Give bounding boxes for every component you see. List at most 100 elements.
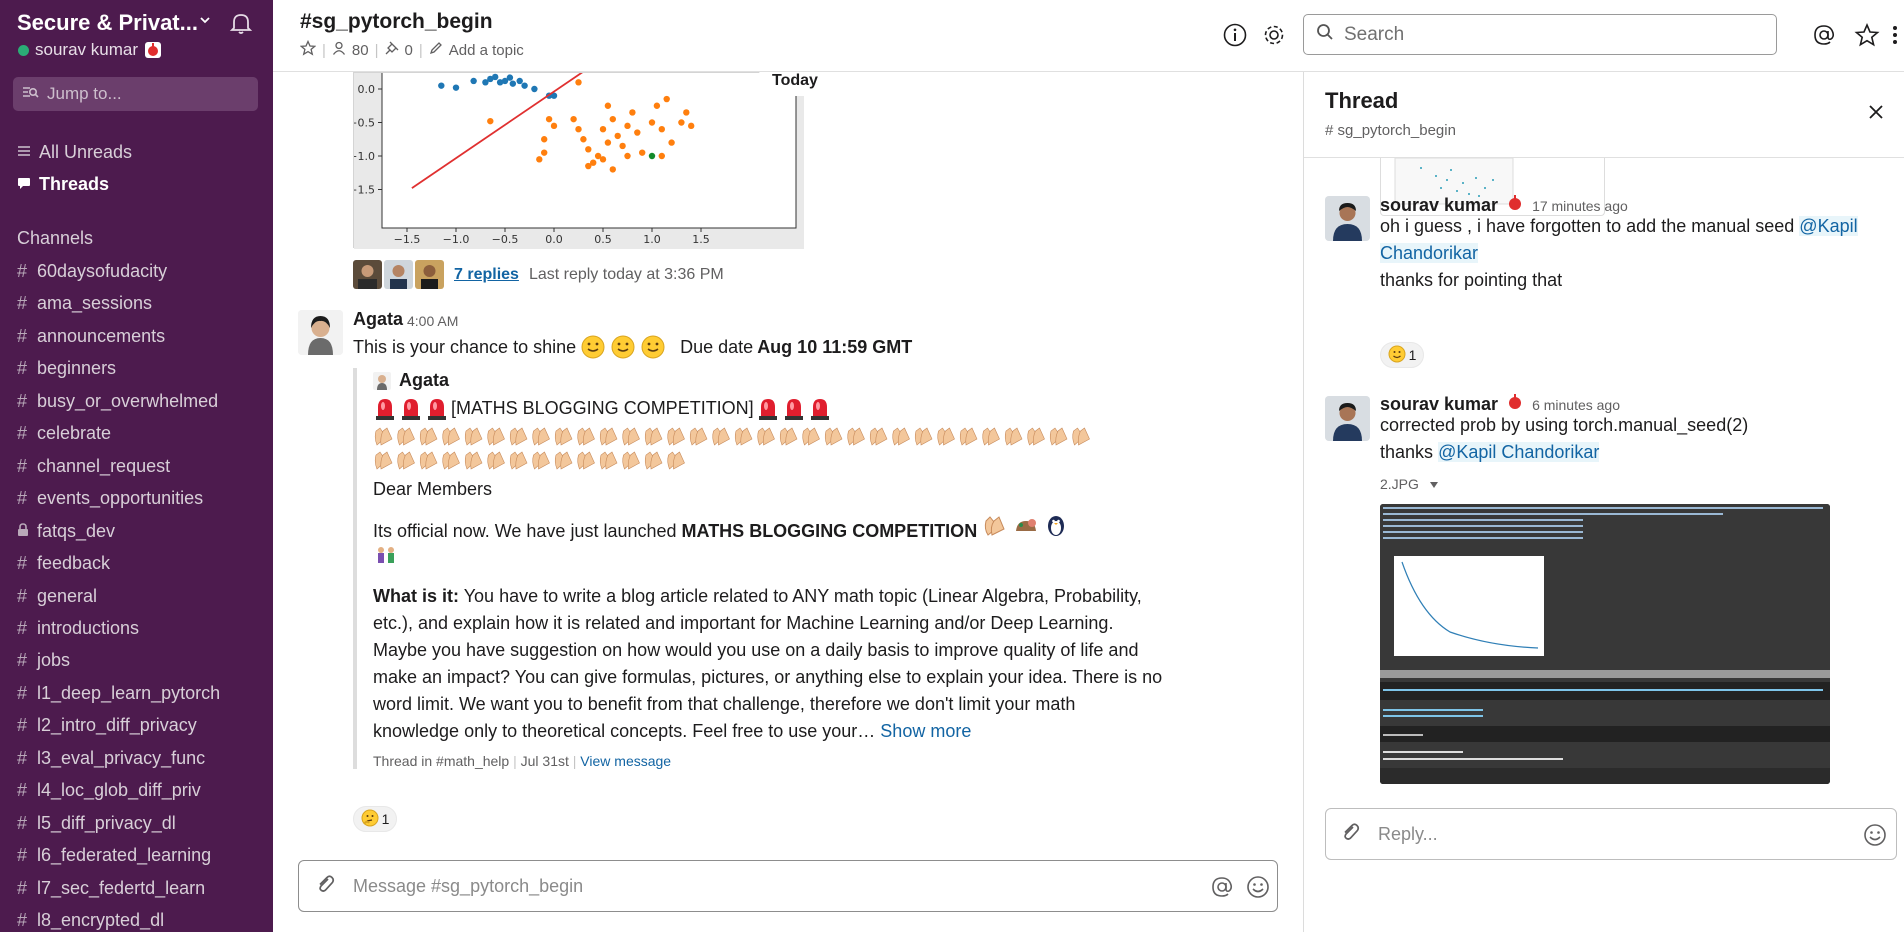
hash-icon: # (17, 390, 28, 411)
channel-meta: | 80 | 0 | Add a topic (299, 39, 524, 60)
emoji-icon[interactable] (1245, 874, 1271, 905)
data-point (487, 75, 494, 83)
sidebar-item-ama-sessions[interactable]: # ama_sessions (17, 293, 152, 314)
sidebar-item-celebrate[interactable]: # celebrate (17, 423, 111, 444)
divider: | (374, 41, 379, 59)
channels-heading[interactable]: Channels (17, 228, 93, 249)
data-point (516, 77, 523, 85)
rotating-light-icon (425, 395, 449, 421)
pin-count[interactable]: 0 (405, 42, 413, 59)
jump-to-input[interactable]: Jump to... (13, 77, 258, 111)
slightly-smiling-face-icon (580, 334, 606, 360)
sidebar-item-label: ama_sessions (37, 293, 153, 314)
reaction-smile[interactable]: 1 (1380, 342, 1424, 368)
sidebar: Secure & Privat... sourav kumar Jump to.… (0, 0, 273, 932)
replies-link[interactable]: 7 replies (454, 266, 519, 284)
quote-date[interactable]: Jul 31st (521, 753, 569, 769)
pin-icon[interactable] (385, 41, 399, 59)
message-time[interactable]: 6 minutes ago (1532, 397, 1620, 413)
thread-in-text[interactable]: Thread in #math_help (373, 753, 509, 769)
star-icon[interactable] (1854, 22, 1880, 48)
avatar[interactable] (1325, 396, 1370, 441)
close-icon[interactable] (1864, 100, 1888, 124)
thread-channel[interactable]: # sg_pytorch_begin (1325, 122, 1456, 139)
sidebar-item-events-opportunities[interactable]: # events_opportunities (17, 488, 203, 509)
members-icon[interactable] (332, 41, 346, 59)
sidebar-item-fatqs-dev[interactable]: fatqs_dev (17, 521, 115, 542)
more-icon[interactable] (1889, 22, 1901, 48)
search-input[interactable]: Search (1303, 14, 1777, 55)
data-point (663, 95, 670, 103)
channel-title[interactable]: #sg_pytorch_begin (300, 10, 493, 34)
clapping-hands-icon (487, 451, 505, 470)
chevron-down-icon[interactable] (198, 13, 212, 27)
shared-message-author[interactable]: Agata (399, 370, 449, 391)
message-author[interactable]: Agata (353, 309, 403, 330)
sidebar-item-feedback[interactable]: # feedback (17, 553, 110, 574)
sidebar-item-beginners[interactable]: # beginners (17, 358, 116, 379)
data-point (585, 162, 592, 170)
avatar[interactable] (298, 310, 343, 355)
avatar (373, 371, 391, 390)
sidebar-item-l2-intro-diff-privacy[interactable]: # l2_intro_diff_privacy (17, 715, 197, 736)
sidebar-item-l1-deep-learn-pytorch[interactable]: # l1_deep_learn_pytorch (17, 683, 220, 704)
info-icon[interactable] (1222, 22, 1248, 48)
add-topic-link[interactable]: Add a topic (449, 42, 524, 59)
rotating-light-icon (399, 395, 423, 421)
file-name[interactable]: 2.JPG (1380, 476, 1439, 492)
message-time[interactable]: 17 minutes ago (1532, 198, 1628, 214)
sidebar-item-l8-encrypted-dl[interactable]: # l8_encrypted_dl (17, 910, 164, 931)
sidebar-item-l4-loc-glob-diff-priv[interactable]: # l4_loc_glob_diff_priv (17, 780, 201, 801)
hash-icon: # (17, 585, 28, 606)
attached-scatter-plot[interactable]: −1.5 −1.0 −0.5 0.0 0.5 1.0 1.5 0.0 −0.5 −1.0 −1.5 (348, 72, 804, 249)
show-more-link[interactable]: Show more (880, 721, 971, 741)
view-message-link[interactable]: View message (580, 753, 671, 769)
member-count[interactable]: 80 (352, 42, 369, 59)
sidebar-item-announcements[interactable]: # announcements (17, 326, 165, 347)
reaction-thinking[interactable]: 1 (353, 806, 397, 832)
sidebar-item-label: 60daysofudacity (37, 261, 168, 281)
sidebar-item-label: l1_deep_learn_pytorch (37, 682, 221, 703)
workspace-name[interactable]: Secure & Privat... (17, 10, 212, 36)
mentions-icon[interactable] (1811, 22, 1837, 48)
sidebar-item-all-unreads[interactable]: All Unreads (17, 142, 132, 163)
current-user[interactable]: sourav kumar (18, 40, 162, 60)
thread-panel: Thread # sg_pytorch_begin sourav kumar 1… (1303, 72, 1904, 932)
message-composer[interactable]: Message #sg_pytorch_begin (298, 860, 1278, 912)
bell-icon[interactable] (228, 10, 254, 36)
sidebar-item-introductions[interactable]: # introductions (17, 618, 139, 639)
sidebar-item-l3-eval-privacy-func[interactable]: # l3_eval_privacy_func (17, 748, 205, 769)
sidebar-item-general[interactable]: # general (17, 586, 97, 607)
sidebar-item-l7-sec-federtd-learn[interactable]: # l7_sec_federtd_learn (17, 878, 205, 899)
attached-screenshot[interactable] (1380, 504, 1830, 784)
user-mention[interactable]: @Kapil Chandorikar (1438, 442, 1600, 462)
emoji-icon[interactable] (1862, 822, 1888, 853)
paperclip-icon[interactable] (315, 873, 335, 900)
message-time[interactable]: 4:00 AM (407, 313, 458, 329)
gear-icon[interactable] (1261, 22, 1287, 48)
sidebar-item-label: announcements (37, 325, 166, 346)
clapping-hands-icon (464, 451, 483, 470)
data-point (639, 149, 646, 156)
clapping-hands-icon (644, 451, 663, 470)
avatar[interactable] (1325, 196, 1370, 241)
sidebar-item-channel-request[interactable]: # channel_request (17, 456, 170, 477)
sidebar-item-jobs[interactable]: # jobs (17, 650, 70, 671)
data-point (452, 84, 460, 91)
sidebar-item-busy-or-overwhelmed[interactable]: # busy_or_overwhelmed (17, 391, 218, 412)
reply-input[interactable]: Reply... (1325, 808, 1897, 860)
star-icon[interactable] (299, 39, 317, 60)
thread-summary[interactable]: 7 replies Last reply today at 3:36 PM (353, 260, 724, 289)
sidebar-item-60daysofudacity[interactable]: #60daysofudacity (17, 261, 167, 282)
sidebar-item-l5-diff-privacy-dl[interactable]: # l5_diff_privacy_dl (17, 813, 176, 834)
divider: | (418, 41, 423, 59)
mention-icon[interactable] (1209, 874, 1235, 905)
data-point (653, 102, 661, 109)
sidebar-item-l6-federated-learning[interactable]: # l6_federated_learning (17, 845, 211, 866)
jump-placeholder: Jump to... (47, 84, 122, 103)
pencil-icon[interactable] (429, 41, 443, 59)
sidebar-item-threads[interactable]: Threads (17, 174, 109, 195)
caret-down-icon[interactable] (1429, 476, 1439, 492)
paperclip-icon[interactable] (1340, 821, 1360, 848)
sidebar-item-label: introductions (37, 617, 140, 638)
